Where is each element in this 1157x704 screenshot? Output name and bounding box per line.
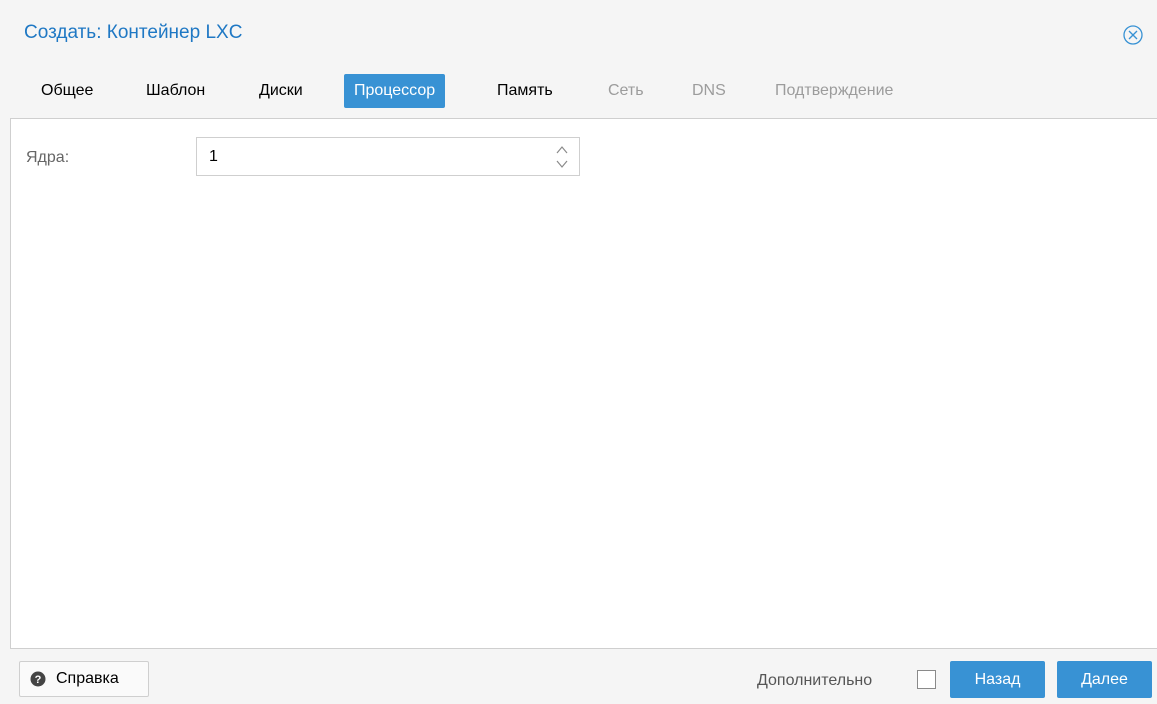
tab-general[interactable]: Общее bbox=[31, 74, 103, 108]
tab-memory[interactable]: Память bbox=[487, 74, 563, 108]
tab-disks[interactable]: Диски bbox=[249, 74, 313, 108]
advanced-label: Дополнительно bbox=[757, 672, 873, 689]
close-icon[interactable] bbox=[1122, 24, 1144, 46]
help-button[interactable]: ? Справка bbox=[19, 661, 149, 697]
tab-confirm: Подтверждение bbox=[775, 82, 894, 99]
lxc-create-dialog: Создать: Контейнер LXC Общее Шаблон Диск… bbox=[0, 0, 1157, 704]
up-down-arrows-icon[interactable] bbox=[555, 144, 569, 170]
next-button[interactable]: Далее bbox=[1057, 661, 1152, 698]
cores-label: Ядра: bbox=[26, 149, 70, 166]
cores-spinner[interactable]: 1 bbox=[196, 137, 580, 176]
cores-value[interactable]: 1 bbox=[209, 148, 218, 166]
wizard-tabs: Общее Шаблон Диски Процессор Память Сеть… bbox=[0, 70, 1157, 118]
question-circle-icon: ? bbox=[30, 671, 46, 687]
tab-cpu[interactable]: Процессор bbox=[344, 74, 446, 108]
tab-dns: DNS bbox=[692, 82, 726, 99]
help-button-label: Справка bbox=[56, 670, 119, 687]
dialog-title: Создать: Контейнер LXC bbox=[24, 22, 243, 43]
title-bar: Создать: Контейнер LXC bbox=[0, 0, 1157, 70]
advanced-checkbox[interactable] bbox=[917, 670, 936, 689]
tab-template[interactable]: Шаблон bbox=[136, 74, 215, 108]
tab-network: Сеть bbox=[608, 82, 644, 99]
svg-text:?: ? bbox=[35, 674, 42, 686]
back-button[interactable]: Назад bbox=[950, 661, 1045, 698]
dialog-footer: ? Справка Дополнительно Назад Далее bbox=[0, 649, 1157, 704]
cpu-panel: Ядра: 1 bbox=[10, 118, 1157, 649]
